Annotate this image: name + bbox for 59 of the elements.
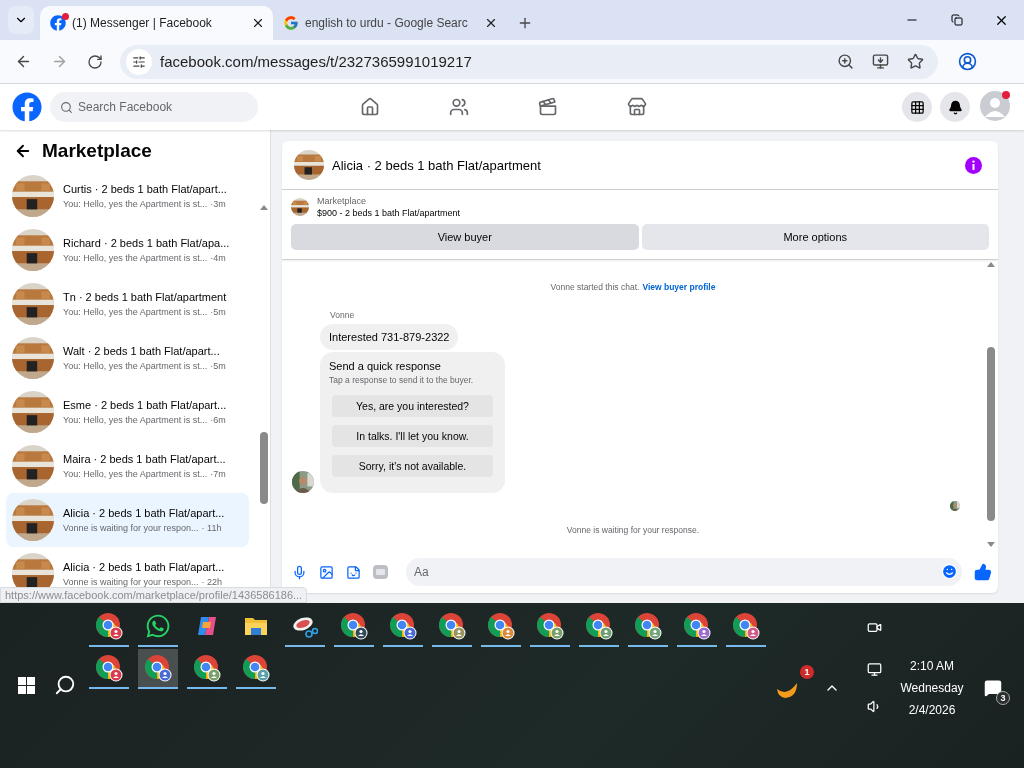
quick-response-title: Send a quick response [329, 360, 442, 372]
conversation-item[interactable]: Walt · 2 beds 1 bath Flat/apart... You: Hello, yes the Apartment is st... ·5m [6, 331, 249, 385]
listing-label: Marketplace [317, 196, 368, 206]
clock[interactable]: 2:10 AM Wednesday 2/4/2026 [900, 659, 964, 717]
quick-response-button[interactable]: Sorry, it's not available. [332, 455, 493, 477]
browser-tab[interactable]: (1) Messenger | Facebook [40, 6, 273, 40]
buyer-profile-link[interactable]: View buyer profile [642, 282, 716, 292]
conversation-item[interactable]: Tn · 2 beds 1 bath Flat/apartment You: Hello, yes the Apartment is st... ·5m [6, 277, 249, 331]
conversation-title: Tn · 2 beds 1 bath Flat/apartment [63, 291, 227, 303]
quick-response-hint: Tap a response to send it to the buyer. [329, 375, 475, 385]
message-preview: You: Hello, yes the Apartment is st... [63, 361, 208, 371]
conversation-title: Alicia · 2 beds 1 bath Flat/apart... [63, 507, 225, 519]
conversation-item[interactable]: Curtis · 2 beds 1 bath Flat/apart... You: Hello, yes the Apartment is st... ·3m [6, 169, 249, 223]
message-preview: You: Hello, yes the Apartment is st... [63, 307, 208, 317]
message-preview: You: Hello, yes the Apartment is st... [63, 199, 208, 209]
action-button[interactable]: View buyer [291, 224, 639, 250]
message-bubble: Interested 731-879-2322 [320, 324, 459, 350]
message-time: ·7m [210, 469, 226, 479]
tab-title: english to urdu - Google Searc [305, 16, 469, 30]
quick-response-button[interactable]: Yes, are you interested? [332, 395, 493, 417]
search-field[interactable]: Search Facebook [50, 92, 258, 122]
action-button[interactable]: More options [641, 224, 989, 250]
browser-tab[interactable]: english to urdu - Google Searc [273, 6, 506, 40]
message-field[interactable]: Aa [406, 558, 962, 586]
message-time: · 11h [201, 523, 222, 533]
conversation-title: Curtis · 2 beds 1 bath Flat/apart... [63, 183, 227, 195]
tray-badge: 1 [800, 665, 814, 679]
conversation-item[interactable]: Maira · 2 beds 1 bath Flat/apart... You: Hello, yes the Apartment is st... ·7m [6, 439, 249, 493]
message-time: · 22h [201, 577, 223, 587]
message-preview: You: Hello, yes the Apartment is st... [63, 415, 208, 425]
panel-title: Marketplace [42, 139, 152, 162]
listing-title: $900 - 2 beds 1 bath Flat/apartment [317, 208, 461, 218]
chat-intro: Vonne started this chat. [550, 282, 640, 292]
message-time: ·6m [210, 415, 226, 425]
message-time: ·3m [210, 199, 226, 209]
quick-response-button[interactable]: In talks. I'll let you know. [332, 425, 493, 447]
conversation-item[interactable]: Esme · 2 beds 1 bath Flat/apart... You: Hello, yes the Apartment is st... ·6m [6, 385, 249, 439]
message-preview: Vonne is waiting for your respon... [63, 577, 199, 587]
message-time: ·4m [210, 253, 226, 263]
sender-name: Vonne [330, 310, 356, 320]
conversation-title: Richard · 2 beds 1 bath Flat/apa... [63, 237, 230, 249]
message-time: ·5m [210, 307, 226, 317]
conversation-title: Esme · 2 beds 1 bath Flat/apart... [63, 399, 227, 411]
conversation-item[interactable]: Alicia · 2 beds 1 bath Flat/apart... Vonne is waiting for your respon... · 11h [6, 493, 249, 547]
chat-title: Alicia · 2 beds 1 bath Flat/apartment [332, 157, 542, 173]
message-preview: Vonne is waiting for your respon... [63, 523, 199, 533]
conversation-title: Alicia · 2 beds 1 bath Flat/apart... [63, 561, 225, 573]
url-text: facebook.com/messages/t/2327365991019217 [160, 53, 473, 70]
message-time: ·5m [210, 361, 226, 371]
chat-status: Vonne is waiting for your response. [566, 525, 700, 535]
notification-count: 3 [996, 691, 1010, 705]
tab-title: (1) Messenger | Facebook [72, 16, 213, 30]
message-preview: You: Hello, yes the Apartment is st... [63, 253, 208, 263]
conversation-title: Maira · 2 beds 1 bath Flat/apart... [63, 453, 226, 465]
conversation-title: Walt · 2 beds 1 bath Flat/apart... [63, 345, 221, 357]
link-preview-tooltip: https://www.facebook.com/marketplace/profile/1436586186... [0, 587, 308, 603]
conversation-item[interactable]: Richard · 2 beds 1 bath Flat/apa... You: Hello, yes the Apartment is st... ·4m [6, 223, 249, 277]
message-preview: You: Hello, yes the Apartment is st... [63, 469, 208, 479]
address-bar[interactable]: facebook.com/messages/t/2327365991019217 [120, 44, 938, 79]
